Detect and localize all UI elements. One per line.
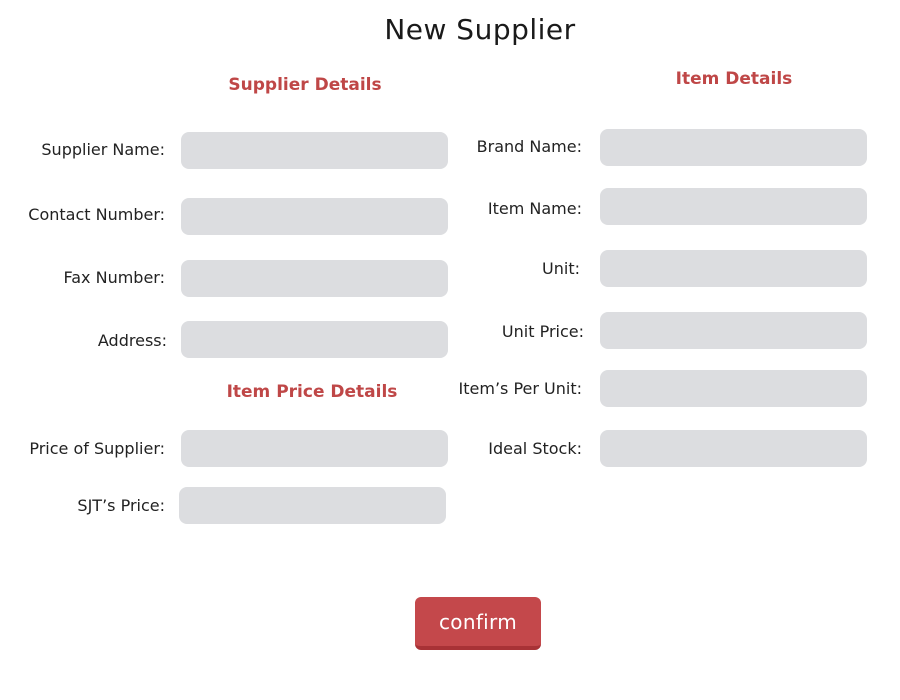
brand-name-label: Brand Name: [476,137,582,156]
fax-number-label: Fax Number: [63,268,165,287]
items-per-unit-input[interactable] [600,370,867,407]
contact-number-input[interactable] [181,198,448,235]
address-input[interactable] [181,321,448,358]
address-label: Address: [97,331,167,350]
unit-label: Unit: [542,259,580,278]
contact-number-label: Contact Number: [28,205,165,224]
item-details-heading: Item Details [675,69,793,89]
item-price-details-heading: Item Price Details [226,382,398,402]
sjt-price-label: SJT’s Price: [77,496,165,515]
sjt-price-input[interactable] [179,487,446,524]
unit-price-input[interactable] [600,312,867,349]
unit-input[interactable] [600,250,867,287]
supplier-details-heading: Supplier Details [228,75,382,95]
ideal-stock-input[interactable] [600,430,867,467]
page-title: New Supplier [384,13,576,46]
price-of-supplier-input[interactable] [181,430,448,467]
fax-number-input[interactable] [181,260,448,297]
ideal-stock-label: Ideal Stock: [488,439,582,458]
items-per-unit-label: Item’s Per Unit: [458,379,582,398]
supplier-name-label: Supplier Name: [41,140,165,159]
item-name-input[interactable] [600,188,867,225]
confirm-button[interactable]: confirm [415,597,541,650]
supplier-name-input[interactable] [181,132,448,169]
unit-price-label: Unit Price: [501,322,584,341]
brand-name-input[interactable] [600,129,867,166]
price-of-supplier-label: Price of Supplier: [29,439,165,458]
item-name-label: Item Name: [487,199,582,218]
